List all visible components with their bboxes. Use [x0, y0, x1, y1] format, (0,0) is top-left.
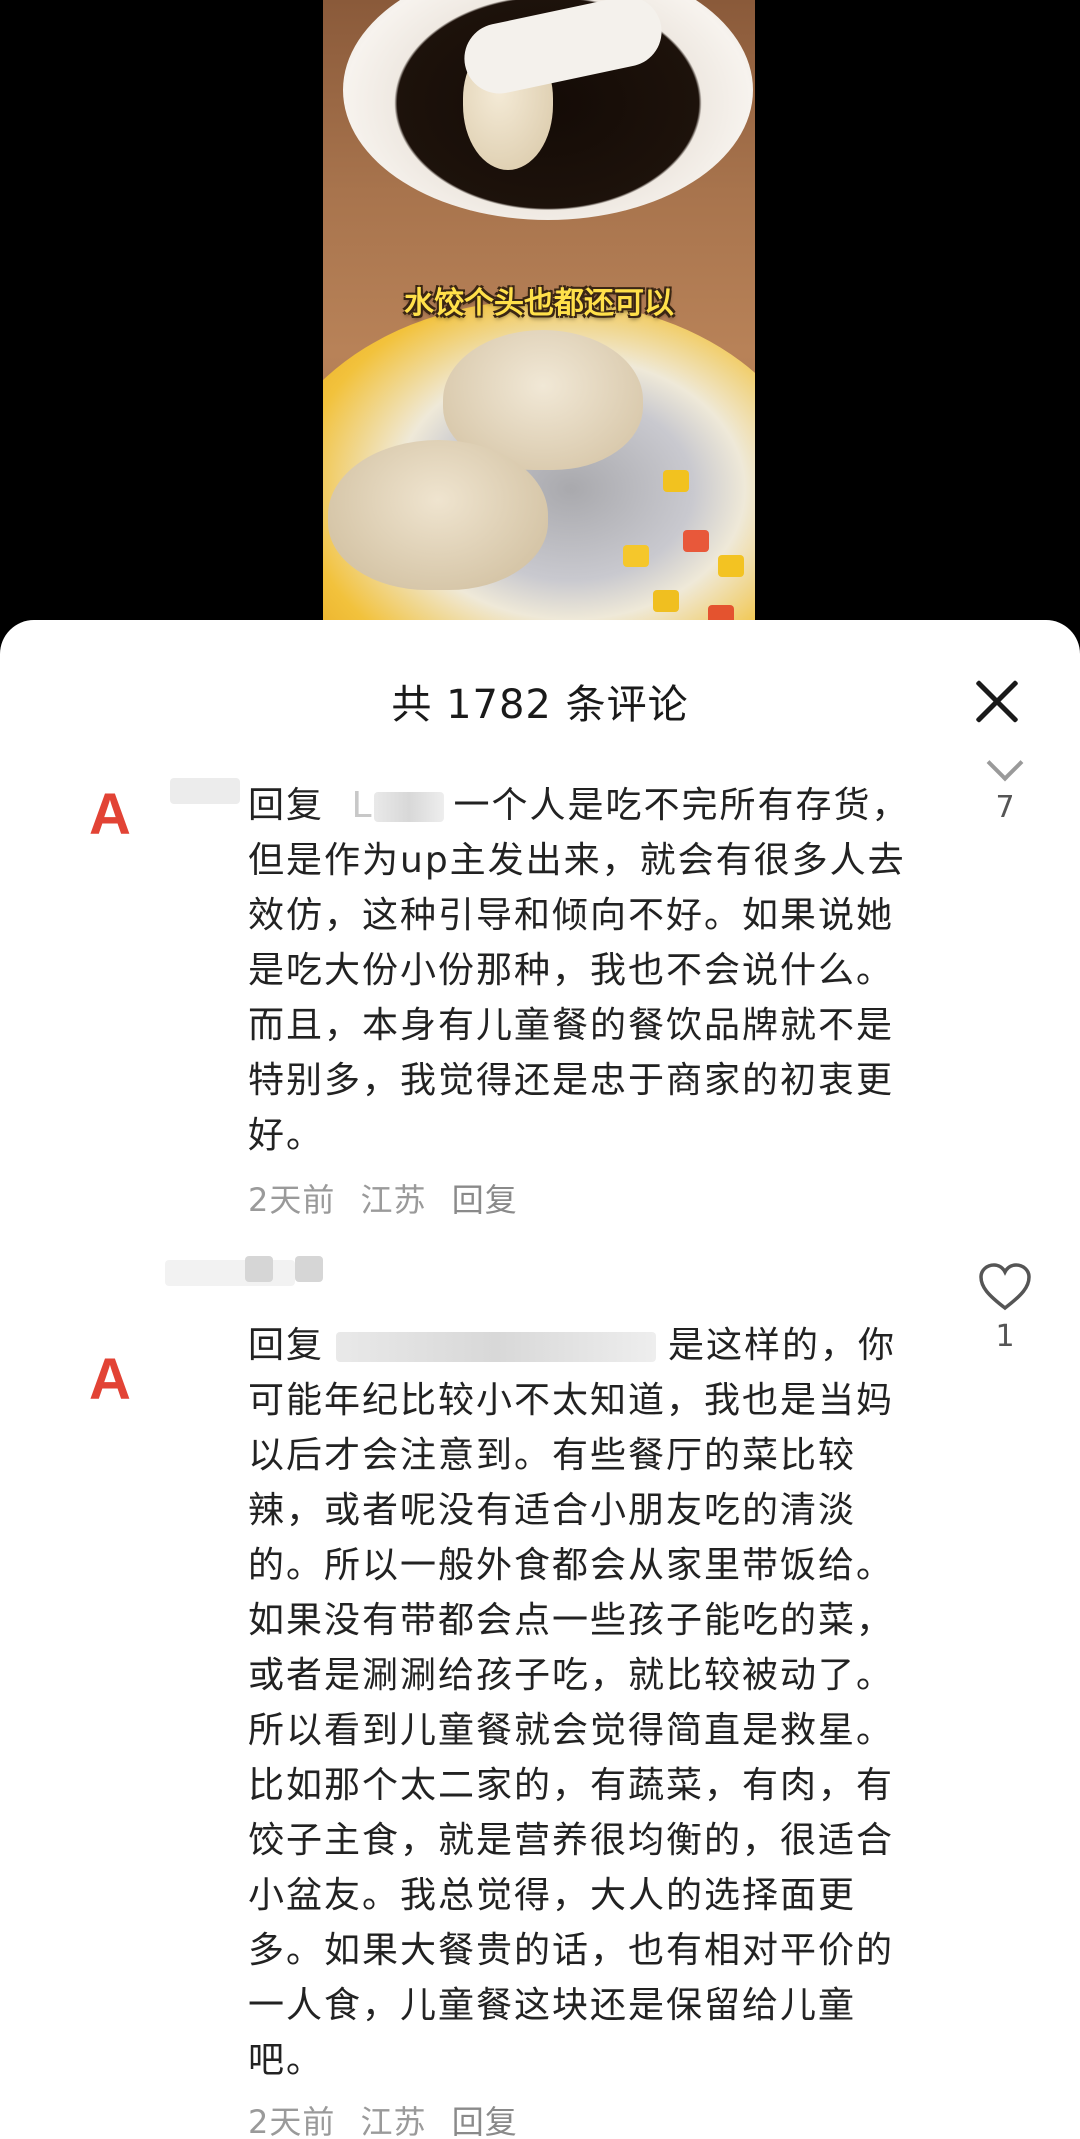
redacted-name [336, 1332, 657, 1362]
reply-prefix: 回复 [248, 785, 325, 826]
comment-time: 2天前 [248, 1181, 336, 1219]
redacted-name [373, 792, 444, 822]
avatar[interactable]: A [80, 785, 140, 845]
dumpling-image [328, 440, 548, 590]
comments-sheet: 共 1782 条评论 A 回复 L 一个人是吃不完所有存货，但是作为up主发出来，… [0, 620, 1080, 2139]
like-button[interactable]: 7 [975, 744, 1035, 825]
comments-count-title: 共 1782 条评论 [391, 682, 689, 728]
username-redacted [170, 778, 240, 804]
video-player[interactable]: 水饺个头也都还可以 [323, 0, 755, 640]
corn-image [663, 470, 689, 492]
corn-image [718, 555, 744, 577]
username-redacted [165, 1260, 295, 1286]
like-count: 1 [995, 1319, 1015, 1354]
username-redacted [245, 1256, 273, 1282]
reply-to-name[interactable]: L [351, 785, 373, 826]
reply-prefix: 回复 [248, 1325, 325, 1366]
reply-button[interactable]: 回复 [452, 1181, 518, 1219]
like-count: 7 [995, 790, 1015, 825]
avatar[interactable]: A [80, 1350, 140, 1410]
close-icon[interactable] [965, 672, 1025, 732]
comment-time: 2天前 [248, 2103, 336, 2139]
carrot-image [683, 530, 709, 552]
corn-image [623, 545, 649, 567]
comment-location: 江苏 [360, 2103, 427, 2139]
comment-meta: 2天前 江苏 回复 [248, 2097, 532, 2139]
comment-meta: 2天前 江苏 回复 [248, 1175, 532, 1221]
heart-icon [979, 1263, 1031, 1311]
username-redacted [295, 1256, 323, 1282]
comment-text: 回复 是这样的，你可能年纪比较小不太知道，我也是当妈以后才会注意到。有些餐厅的菜比… [248, 1318, 928, 2088]
video-caption: 水饺个头也都还可以 [404, 286, 674, 321]
corn-image [653, 590, 679, 612]
like-button[interactable]: 1 [975, 1263, 1035, 1354]
comment-location: 江苏 [360, 1181, 427, 1219]
comment-body: 是这样的，你可能年纪比较小不太知道，我也是当妈以后才会注意到。有些餐厅的菜比较辣… [248, 1325, 897, 2081]
chevron-down-icon [986, 744, 1024, 782]
comment-text: 回复 L 一个人是吃不完所有存货，但是作为up主发出来，就会有很多人去效仿，这种引… [248, 778, 928, 1163]
reply-button[interactable]: 回复 [452, 2103, 518, 2139]
comment-body: 一个人是吃不完所有存货，但是作为up主发出来，就会有很多人去效仿，这种引导和倾向… [248, 785, 910, 1156]
